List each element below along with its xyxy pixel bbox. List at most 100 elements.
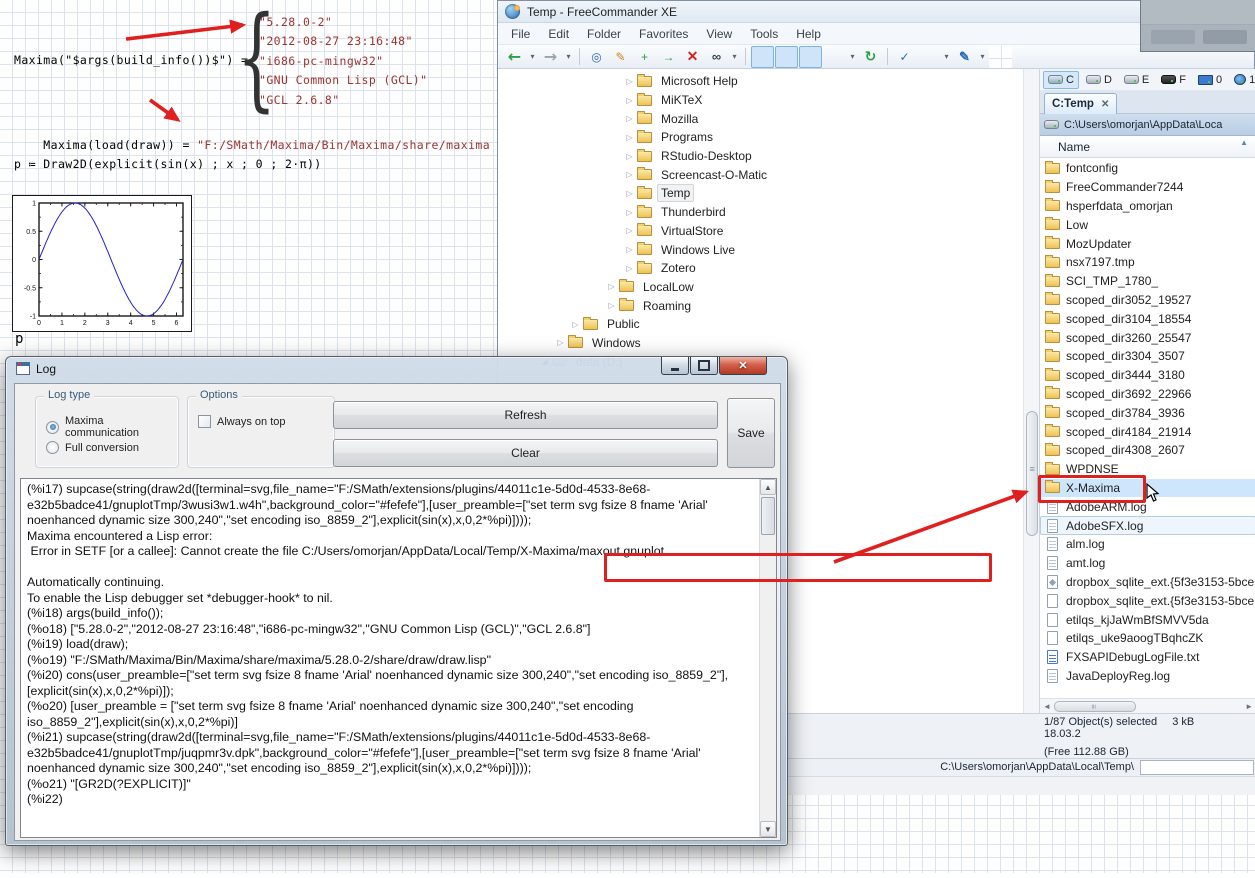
file-list-hscrollbar[interactable]: ◄ ►: [1040, 698, 1255, 713]
tree-item[interactable]: Temp: [499, 184, 1023, 203]
tree-expand-icon[interactable]: [622, 189, 637, 198]
radio-icon[interactable]: [46, 421, 59, 434]
menu-item[interactable]: Folder: [578, 25, 630, 43]
close-button[interactable]: ✕: [719, 357, 767, 375]
toolbar-button[interactable]: [745, 48, 746, 65]
tree-expand-icon[interactable]: [622, 245, 637, 254]
toolbar-button[interactable]: [887, 48, 888, 65]
maxima-build-info-expression[interactable]: Maxima("$args(build_info())$") =: [14, 53, 248, 67]
toolbar-button[interactable]: [751, 46, 774, 68]
file-row[interactable]: scoped_dir3692_22966: [1040, 385, 1255, 404]
tree-item[interactable]: MiKTeX: [499, 91, 1023, 110]
tab-c-temp[interactable]: C:Temp ✕: [1044, 93, 1117, 114]
menu-item[interactable]: File: [502, 25, 539, 43]
radio-full-conversion[interactable]: Full conversion: [46, 441, 139, 454]
file-row[interactable]: etilqs_uke9aoogTBqhcZK: [1040, 629, 1255, 648]
file-row[interactable]: MozUpdater: [1040, 234, 1255, 253]
refresh-button[interactable]: Refresh: [333, 401, 718, 429]
toolbar-button[interactable]: [657, 46, 680, 68]
drive-button[interactable]: C: [1043, 71, 1079, 89]
toolbar-button[interactable]: [563, 46, 574, 68]
toolbar-button[interactable]: [823, 46, 846, 68]
toolbar-button[interactable]: [527, 46, 538, 68]
radio-icon[interactable]: [46, 441, 59, 454]
tab-close-icon[interactable]: ✕: [1101, 99, 1109, 110]
log-scrollbar[interactable]: ▲ ▼: [759, 479, 776, 837]
tree-expand-icon[interactable]: [622, 133, 637, 142]
file-row[interactable]: AdobeARM.log: [1040, 497, 1255, 516]
toolbar-button[interactable]: [953, 46, 976, 68]
tree-item[interactable]: Windows Live: [499, 240, 1023, 259]
minimize-button[interactable]: [661, 357, 689, 375]
tree-expand-icon[interactable]: [622, 208, 637, 217]
drive-button[interactable]: D: [1081, 71, 1117, 89]
tree-item[interactable]: Programs: [499, 128, 1023, 147]
file-row[interactable]: WPDNSE: [1040, 460, 1255, 479]
tree-expand-icon[interactable]: [622, 170, 637, 179]
toolbar-button[interactable]: [893, 46, 916, 68]
tree-item[interactable]: Roaming: [499, 296, 1023, 315]
file-row[interactable]: nsx7197.tmp: [1040, 253, 1255, 272]
scroll-down-icon[interactable]: ▼: [760, 821, 776, 837]
menu-item[interactable]: View: [697, 25, 741, 43]
tree-item[interactable]: RStudio-Desktop: [499, 147, 1023, 166]
tree-expand-icon[interactable]: [622, 226, 637, 235]
address-bar[interactable]: C:\Users\omorjan\AppData\Loca: [1040, 114, 1255, 136]
toolbar-button[interactable]: [917, 46, 940, 68]
file-row[interactable]: dropbox_sqlite_ext.{5f3e3153-5bce: [1040, 573, 1255, 592]
menu-item[interactable]: Favorites: [630, 25, 697, 43]
toolbar-button[interactable]: [633, 46, 656, 68]
toolbar-button[interactable]: [941, 46, 952, 68]
toolbar-button[interactable]: [539, 46, 562, 68]
file-row[interactable]: scoped_dir4184_21914: [1040, 422, 1255, 441]
scroll-left-icon[interactable]: ◄: [1043, 702, 1051, 711]
menu-item[interactable]: Edit: [539, 25, 578, 43]
file-row[interactable]: amt.log: [1040, 554, 1255, 573]
tree-expand-icon[interactable]: [622, 114, 637, 123]
tree-expand-icon[interactable]: [604, 301, 619, 310]
file-row[interactable]: scoped_dir3444_3180: [1040, 366, 1255, 385]
tree-expand-icon[interactable]: [622, 96, 637, 105]
file-row[interactable]: X-Maxima: [1040, 479, 1255, 498]
tree-expand-icon[interactable]: [622, 77, 637, 86]
scroll-right-icon[interactable]: ►: [1245, 702, 1253, 711]
toolbar-button[interactable]: [681, 46, 704, 68]
tree-expand-icon[interactable]: [604, 282, 619, 291]
drive-button[interactable]: F: [1156, 71, 1191, 89]
file-row[interactable]: alm.log: [1040, 535, 1255, 554]
toolbar-button[interactable]: [503, 46, 526, 68]
tree-item[interactable]: LocalLow: [499, 278, 1023, 297]
file-row[interactable]: etilqs_kjJaWmBfSMVV5da: [1040, 610, 1255, 629]
toolbar-button[interactable]: [579, 48, 580, 65]
clear-button[interactable]: Clear: [333, 439, 718, 467]
toolbar-button[interactable]: [977, 46, 988, 68]
toolbar-button[interactable]: [729, 46, 740, 68]
file-row[interactable]: FreeCommander7244: [1040, 178, 1255, 197]
log-output-area[interactable]: (%i17) supcase(string(draw2d([terminal=s…: [20, 478, 777, 838]
column-header-name[interactable]: Name ▲: [1040, 136, 1255, 158]
file-row[interactable]: scoped_dir3052_19527: [1040, 291, 1255, 310]
tree-scrollbar[interactable]: [1023, 69, 1039, 713]
drive-button[interactable]: E: [1119, 71, 1154, 89]
maximize-button[interactable]: [690, 357, 718, 375]
tree-scrollbar-thumb[interactable]: [1026, 411, 1038, 536]
tree-item[interactable]: Public: [499, 315, 1023, 334]
toolbar-button[interactable]: [705, 46, 728, 68]
drive-button[interactable]: 1: [1229, 71, 1255, 89]
tree-expand-icon[interactable]: [568, 320, 583, 329]
file-row[interactable]: FXSAPIDebugLogFile.txt: [1040, 648, 1255, 667]
toolbar-button[interactable]: [585, 46, 608, 68]
tree-item[interactable]: Windows: [499, 334, 1023, 353]
file-row[interactable]: hsperfdata_omorjan: [1040, 197, 1255, 216]
file-row[interactable]: scoped_dir4308_2607: [1040, 441, 1255, 460]
file-row[interactable]: SCI_TMP_1780_: [1040, 272, 1255, 291]
path-input[interactable]: [1140, 760, 1254, 775]
toolbar-button[interactable]: [847, 46, 858, 68]
file-row[interactable]: scoped_dir3784_3936: [1040, 403, 1255, 422]
log-scrollbar-thumb[interactable]: [761, 497, 775, 535]
radio-maxima-communication[interactable]: Maxima communication: [46, 415, 178, 439]
toolbar-button[interactable]: [859, 46, 882, 68]
tree-item[interactable]: VirtualStore: [499, 222, 1023, 241]
scroll-up-icon[interactable]: ▲: [760, 479, 776, 495]
checkbox-icon[interactable]: [198, 415, 211, 428]
